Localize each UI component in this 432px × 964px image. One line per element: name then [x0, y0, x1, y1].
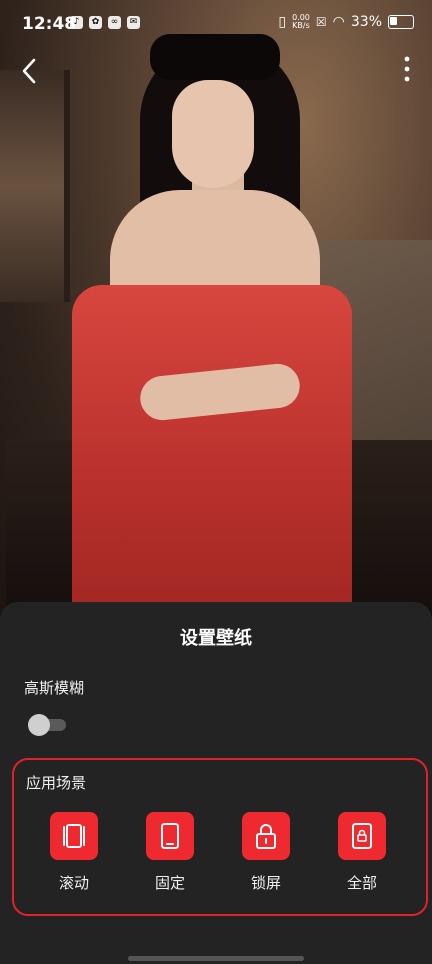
photo-red-dress — [72, 285, 352, 620]
scene-option-all[interactable]: 全部 — [322, 812, 402, 893]
scene-section: 应用场景 滚动 固定 锁屏 全部 — [12, 758, 428, 916]
notification-icons: ♪ ✿ ∞ ✉ — [70, 16, 140, 29]
scene-option-fixed[interactable]: 固定 — [130, 812, 210, 893]
photo-mirror — [0, 70, 70, 302]
network-speed-unit: KB/s — [292, 21, 310, 30]
scene-option-lockscreen[interactable]: 锁屏 — [226, 812, 306, 893]
status-time: 12:48 — [22, 14, 77, 34]
scene-option-label: 锁屏 — [250, 874, 281, 892]
chat-app-icon: ✉ — [127, 16, 140, 29]
gesture-handle[interactable] — [128, 956, 304, 961]
back-arrow-icon[interactable] — [16, 56, 46, 86]
system-status: ▯ 0.00 KB/s ☒ ◠ 33% — [278, 14, 414, 30]
scene-option-scroll[interactable]: 滚动 — [34, 812, 114, 893]
scene-option-label: 全部 — [346, 874, 377, 892]
no-sim-icon: ☒ — [315, 15, 327, 29]
network-speed: 0.00 KB/s — [292, 14, 310, 30]
battery-icon — [388, 15, 414, 29]
photo-shoulders — [110, 190, 320, 300]
more-menu-icon[interactable] — [400, 56, 414, 82]
wallpaper-preview-photo — [0, 0, 432, 620]
sheet-title: 设置壁纸 — [180, 628, 252, 649]
gaussian-blur-label: 高斯模糊 — [24, 679, 85, 697]
wifi-icon: ◠ — [332, 14, 345, 30]
photo-face — [172, 80, 254, 188]
tiktok-icon: ♪ — [70, 16, 83, 29]
set-wallpaper-sheet: 设置壁纸 高斯模糊 应用场景 滚动 固定 锁屏 全部 — [0, 602, 432, 964]
gaussian-blur-toggle[interactable] — [28, 714, 68, 736]
phone-icon — [146, 812, 194, 860]
vibrate-icon: ▯ — [278, 14, 287, 30]
link-icon: ∞ — [108, 16, 121, 29]
scroll-phone-icon — [50, 812, 98, 860]
app-notification-icon: ✿ — [89, 16, 102, 29]
scene-option-label: 固定 — [154, 874, 185, 892]
lock-icon — [242, 812, 290, 860]
scene-option-label: 滚动 — [58, 874, 89, 892]
phone-lock-icon — [338, 812, 386, 860]
status-bar: 12:48 ♪ ✿ ∞ ✉ ▯ 0.00 KB/s ☒ ◠ 33% — [0, 0, 432, 46]
battery-percent: 33% — [350, 14, 382, 30]
toggle-knob — [28, 714, 50, 736]
scene-label: 应用场景 — [26, 774, 87, 792]
